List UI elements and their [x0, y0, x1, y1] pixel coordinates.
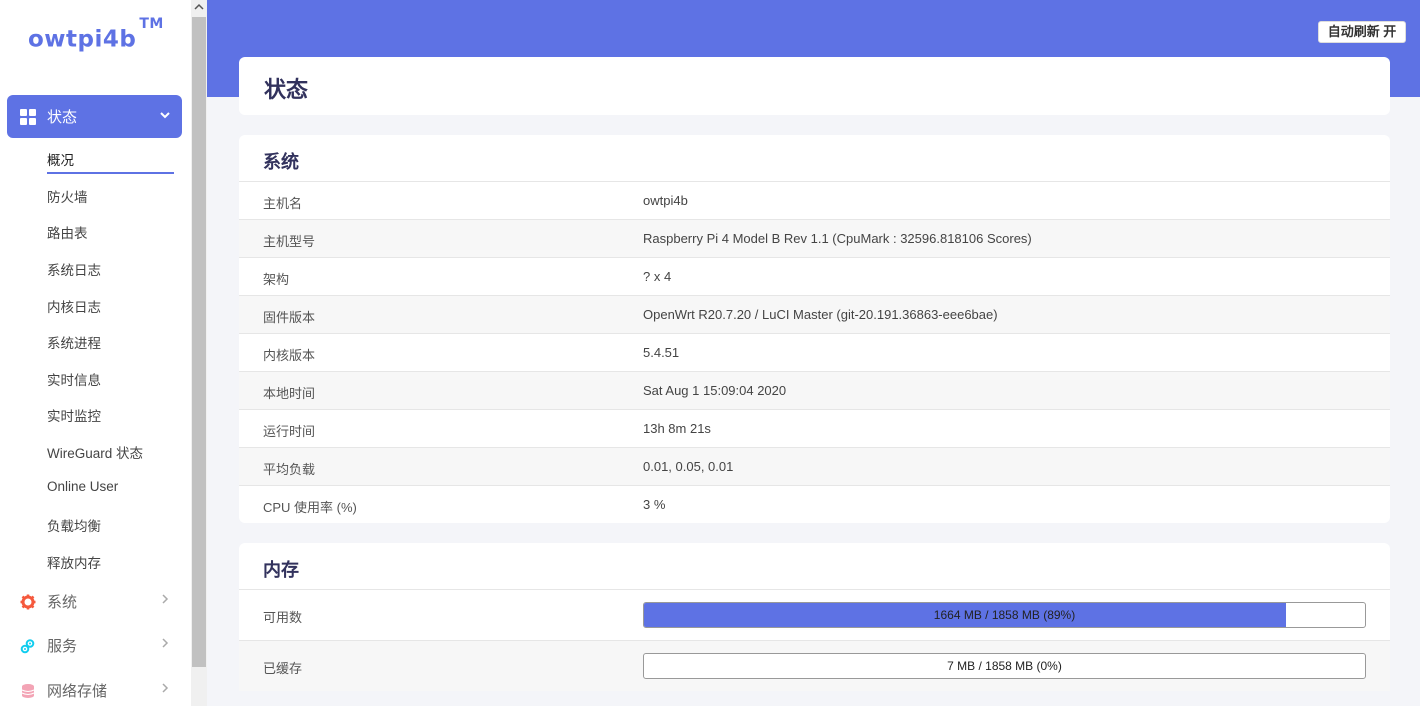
row-value: 13h 8m 21s [643, 421, 711, 436]
table-row: 固件版本 OpenWrt R20.7.20 / LuCI Master (git-… [239, 295, 1390, 333]
row-value: OpenWrt R20.7.20 / LuCI Master (git-20.1… [643, 307, 998, 322]
memory-row-available: 可用数 1664 MB / 1858 MB (89%) [239, 589, 1390, 640]
memory-cached-progress-bar: 7 MB / 1858 MB (0%) [643, 653, 1366, 679]
row-label: 平均负载 [263, 462, 316, 477]
page-title-card: 状态 [239, 57, 1390, 115]
row-label: 主机名 [263, 196, 303, 211]
sidebar-item-system[interactable]: 系统 [20, 591, 175, 612]
sidebar-sub-kernel-log[interactable]: 内核日志 [47, 296, 101, 316]
row-label: 固件版本 [263, 310, 316, 325]
sidebar-item-network-storage[interactable]: 网络存储 [20, 680, 175, 701]
row-label: 运行时间 [263, 424, 316, 439]
sidebar-item-label: 服务 [47, 638, 78, 655]
dashboard-icon [20, 108, 36, 125]
progress-text: 1664 MB / 1858 MB (89%) [933, 608, 1076, 622]
row-value: 0.01, 0.05, 0.01 [643, 459, 734, 474]
row-value: owtpi4b [643, 193, 688, 208]
sidebar-item-label: 系统 [47, 594, 78, 611]
row-value: Raspberry Pi 4 Model B Rev 1.1 (CpuMark … [643, 231, 1032, 246]
memory-section-title: 内存 [263, 560, 299, 580]
row-label: 已缓存 [263, 661, 303, 676]
row-label: 本地时间 [263, 386, 316, 401]
sidebar-item-label: 状态 [47, 109, 78, 126]
scrollbar-thumb[interactable] [192, 17, 206, 667]
sidebar-sub-overview[interactable]: 概况 [47, 149, 74, 169]
row-label: 架构 [263, 272, 290, 287]
sidebar-sub-syslog[interactable]: 系统日志 [47, 259, 101, 279]
row-value: Sat Aug 1 15:09:04 2020 [643, 383, 787, 398]
sidebar-sub-routes[interactable]: 路由表 [47, 222, 88, 242]
memory-card: 内存 可用数 1664 MB / 1858 MB (89%) 已缓存 7 MB … [239, 543, 1390, 691]
row-label: 可用数 [263, 610, 303, 625]
memory-available-progress-bar: 1664 MB / 1858 MB (89%) [643, 602, 1366, 628]
system-card: 系统 主机名 owtpi4b 主机型号 Raspberry Pi 4 Model B… [239, 135, 1390, 523]
page-title: 状态 [264, 77, 309, 102]
sidebar-sub-realtime-monitor[interactable]: 实时监控 [47, 405, 101, 425]
sidebar-sub-free-memory[interactable]: 释放内存 [47, 552, 101, 572]
table-row: 平均负载 0.01, 0.05, 0.01 [239, 447, 1390, 485]
auto-refresh-button[interactable]: 自动刷新 开 [1318, 21, 1406, 43]
chevron-right-icon [162, 683, 169, 693]
sidebar-item-label: 网络存储 [47, 683, 108, 700]
sidebar-sub-online-user[interactable]: Online User [47, 479, 118, 494]
sidebar-sub-load-balance[interactable]: 负载均衡 [47, 515, 101, 535]
row-label: 内核版本 [263, 348, 316, 363]
row-label: CPU 使用率 (%) [263, 500, 357, 515]
cogs-icon [20, 638, 35, 653]
table-row: 主机型号 Raspberry Pi 4 Model B Rev 1.1 (CpuM… [239, 219, 1390, 257]
sidebar-item-services[interactable]: 服务 [20, 635, 175, 656]
sidebar-sub-processes[interactable]: 系统进程 [47, 332, 101, 352]
chevron-down-icon [160, 112, 170, 119]
sidebar-sub-wireguard[interactable]: WireGuard 状态 [47, 442, 143, 462]
chevron-right-icon [162, 594, 169, 604]
row-value: 3 % [643, 497, 666, 512]
progress-text: 7 MB / 1858 MB (0%) [947, 659, 1062, 673]
scroll-up-arrow-icon[interactable] [194, 3, 204, 11]
table-row: 内核版本 5.4.51 [239, 333, 1390, 371]
database-icon [21, 683, 35, 698]
table-row: 架构 ? x 4 [239, 257, 1390, 295]
row-value: 5.4.51 [643, 345, 680, 360]
active-underline [47, 172, 174, 174]
sidebar: owtpi4bTM 状态 概况 防火墙 路由表 系统日志 内核日志 系统进程 实… [0, 0, 191, 706]
memory-row-cached: 已缓存 7 MB / 1858 MB (0%) [239, 640, 1390, 691]
table-row: CPU 使用率 (%) 3 % [239, 485, 1390, 523]
sidebar-sub-realtime-info[interactable]: 实时信息 [47, 369, 101, 389]
table-row: 主机名 owtpi4b [239, 181, 1390, 219]
sidebar-sub-firewall[interactable]: 防火墙 [47, 186, 88, 206]
system-section-title: 系统 [263, 152, 299, 172]
table-row: 运行时间 13h 8m 21s [239, 409, 1390, 447]
logo[interactable]: owtpi4bTM [28, 16, 164, 53]
gear-icon [20, 594, 36, 609]
table-row: 本地时间 Sat Aug 1 15:09:04 2020 [239, 371, 1390, 409]
row-label: 主机型号 [263, 234, 316, 249]
row-value: ? x 4 [643, 269, 672, 284]
sidebar-item-status[interactable]: 状态 [7, 95, 182, 138]
sidebar-scrollbar[interactable] [191, 0, 207, 706]
chevron-right-icon [162, 638, 169, 648]
